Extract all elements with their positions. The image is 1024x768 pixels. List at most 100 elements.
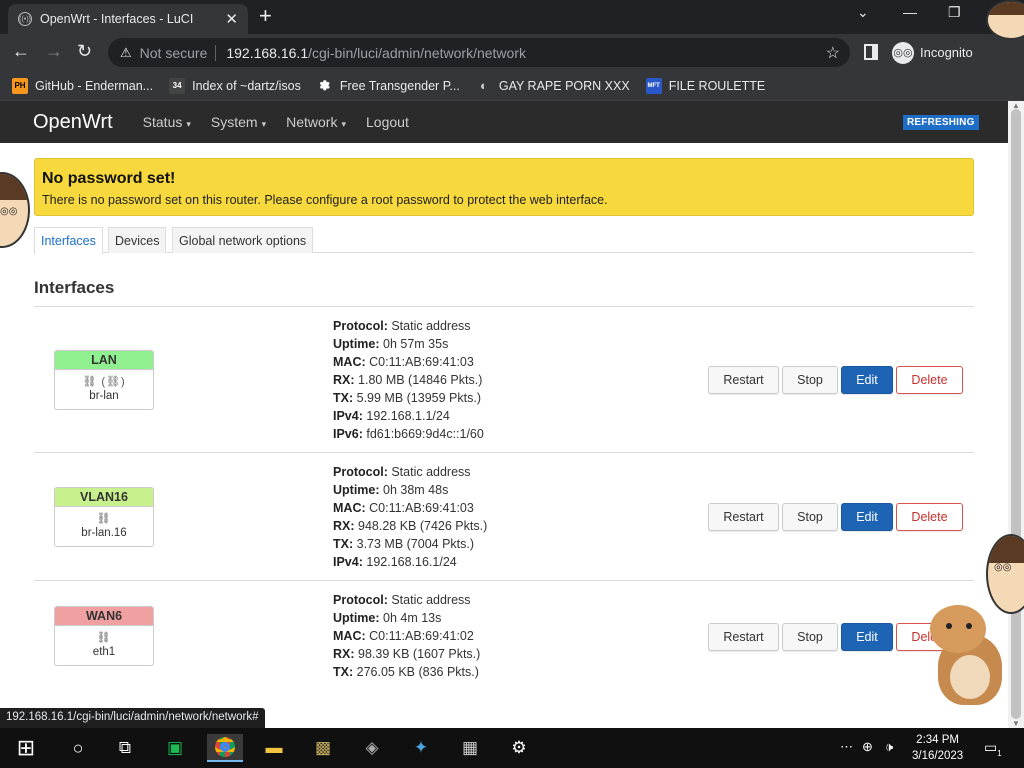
bookmark-star-icon[interactable]: ☆ bbox=[826, 43, 840, 63]
settings-gear-icon[interactable]: ⚙ bbox=[501, 734, 537, 762]
info-label: IPv4: bbox=[333, 409, 363, 423]
start-button-icon[interactable]: ⊞ bbox=[8, 734, 44, 762]
restart-button[interactable]: Restart bbox=[708, 503, 779, 531]
delete-button[interactable]: Delete bbox=[896, 366, 963, 394]
tab-close-icon[interactable]: ✕ bbox=[225, 10, 238, 28]
info-line: IPv6: fd61:b669:9d4c::1/60 bbox=[333, 425, 484, 443]
info-value: 0h 38m 48s bbox=[383, 483, 449, 497]
address-bar[interactable]: ⚠ Not secure 192.168.16.1 /cgi-bin/luci/… bbox=[108, 38, 850, 67]
glasses-icon: ◎◎ bbox=[0, 206, 18, 217]
address-divider bbox=[215, 44, 217, 61]
edit-button[interactable]: Edit bbox=[841, 366, 893, 394]
bridge-port-icon: ⛓ (⛓) bbox=[82, 376, 126, 388]
delete-button[interactable]: Delete bbox=[896, 503, 963, 531]
luci-page: OpenWrt Status ▾ System ▾ Network ▾ Logout … bbox=[0, 101, 1008, 728]
stop-button[interactable]: Stop bbox=[782, 503, 838, 531]
file-explorer-icon[interactable]: ▬ bbox=[256, 734, 292, 762]
menu-status[interactable]: Status ▾ bbox=[143, 114, 191, 130]
reload-icon[interactable]: ↻ bbox=[77, 41, 92, 61]
info-line: Uptime: 0h 57m 35s bbox=[333, 335, 484, 353]
ethernet-port-icon: ⛓ bbox=[96, 632, 112, 644]
info-label: MAC: bbox=[333, 629, 366, 643]
action-center-icon[interactable]: ▭1 bbox=[984, 739, 1002, 758]
luci-header: OpenWrt Status ▾ System ▾ Network ▾ Logout … bbox=[0, 101, 1008, 143]
info-label: TX: bbox=[333, 537, 354, 551]
bookmark-favicon-icon: ◐ bbox=[479, 78, 488, 93]
info-label: MAC: bbox=[333, 501, 366, 515]
info-value: 5.99 MB (13959 Pkts.) bbox=[356, 391, 481, 405]
app-icon[interactable]: ▦ bbox=[452, 734, 488, 762]
caret-down-icon: ▾ bbox=[261, 119, 267, 129]
info-line: Uptime: 0h 4m 13s bbox=[333, 609, 480, 627]
stop-button[interactable]: Stop bbox=[782, 623, 838, 651]
hamster-head bbox=[930, 605, 986, 653]
tab-search-icon[interactable]: ⌄ bbox=[857, 4, 869, 21]
info-label: Uptime: bbox=[333, 611, 380, 625]
bookmark-item[interactable]: MFT FILE ROULETTE bbox=[645, 77, 765, 94]
tab-global-network-options[interactable]: Global network options bbox=[172, 227, 314, 253]
info-label: Protocol: bbox=[333, 593, 388, 607]
side-panel-icon[interactable] bbox=[864, 44, 878, 60]
menu-system[interactable]: System ▾ bbox=[211, 114, 266, 130]
openwrt-brand[interactable]: OpenWrt bbox=[33, 111, 113, 134]
tab-interfaces[interactable]: Interfaces bbox=[34, 227, 103, 254]
spotify-app-icon[interactable]: ▣ bbox=[157, 734, 193, 762]
info-label: TX: bbox=[333, 391, 354, 405]
warning-triangle-icon[interactable]: ⚠ bbox=[120, 45, 132, 61]
network-globe-icon[interactable]: ⊕ bbox=[862, 739, 873, 755]
app-icon[interactable]: ▩ bbox=[305, 734, 341, 762]
interface-badge: VLAN16 ⛓ br-lan.16 bbox=[54, 487, 154, 547]
chrome-app-icon[interactable] bbox=[207, 734, 243, 762]
cartoon-hair bbox=[0, 174, 28, 200]
tab-title: OpenWrt - Interfaces - LuCI bbox=[40, 12, 194, 26]
browser-tab[interactable]: ((•)) OpenWrt - Interfaces - LuCI ✕ bbox=[8, 4, 248, 34]
search-icon[interactable]: ○ bbox=[60, 734, 96, 762]
interface-info: Protocol: Static address Uptime: 0h 4m 1… bbox=[333, 591, 480, 681]
menu-label: Network bbox=[286, 114, 338, 130]
system-clock[interactable]: 2:34 PM 3/16/2023 bbox=[912, 732, 963, 764]
interface-device: eth1 bbox=[92, 646, 116, 658]
info-label: Uptime: bbox=[333, 483, 380, 497]
security-label[interactable]: Not secure bbox=[140, 45, 208, 61]
interface-badge: LAN ⛓ (⛓) br-lan bbox=[54, 350, 154, 410]
stop-button[interactable]: Stop bbox=[782, 366, 838, 394]
restore-icon[interactable]: ❐ bbox=[948, 4, 961, 21]
forward-arrow-icon[interactable]: → bbox=[45, 41, 63, 61]
bookmark-favicon-icon: PH bbox=[12, 77, 28, 94]
clock-date: 3/16/2023 bbox=[912, 750, 964, 762]
new-tab-button[interactable]: + bbox=[259, 5, 272, 27]
edit-button[interactable]: Edit bbox=[841, 623, 893, 651]
no-password-alert: No password set! There is no password se… bbox=[34, 158, 974, 216]
hamster-belly bbox=[950, 655, 990, 699]
menu-logout[interactable]: Logout bbox=[366, 114, 409, 130]
minimize-icon[interactable]: — bbox=[903, 4, 917, 20]
back-arrow-icon[interactable]: ← bbox=[12, 41, 30, 61]
interface-row-wan6: WAN6 ⛓ eth1 Protocol: Static address Upt… bbox=[34, 581, 974, 691]
page-scrollbar[interactable]: ▲ ▼ bbox=[1008, 101, 1024, 728]
app-icon[interactable]: ◈ bbox=[354, 734, 390, 762]
incognito-icon: ◎◎ bbox=[892, 41, 914, 64]
bookmark-item[interactable]: PH GitHub - Enderman... bbox=[12, 77, 153, 94]
info-label: RX: bbox=[333, 647, 355, 661]
menu-network[interactable]: Network ▾ bbox=[286, 114, 346, 130]
restart-button[interactable]: Restart bbox=[708, 366, 779, 394]
info-line: RX: 1.80 MB (14846 Pkts.) bbox=[333, 371, 484, 389]
edit-button[interactable]: Edit bbox=[841, 503, 893, 531]
bookmark-item[interactable]: ◐ GAY RAPE PORN XXX bbox=[476, 78, 630, 94]
incognito-indicator[interactable]: ◎◎ Incognito bbox=[892, 39, 973, 66]
task-view-icon[interactable]: ⧉ bbox=[107, 734, 143, 762]
info-label: IPv6: bbox=[333, 427, 363, 441]
hamster-eye bbox=[966, 623, 972, 629]
info-value: 948.28 KB (7426 Pkts.) bbox=[358, 519, 488, 533]
info-value: 276.05 KB (836 Pkts.) bbox=[356, 665, 479, 679]
refreshing-badge[interactable]: REFRESHING bbox=[903, 115, 979, 130]
tab-devices[interactable]: Devices bbox=[108, 227, 167, 253]
scroll-down-icon[interactable]: ▼ bbox=[1012, 719, 1020, 728]
scrollbar-thumb[interactable] bbox=[1011, 109, 1021, 719]
volume-icon[interactable]: 🕩 bbox=[885, 739, 893, 755]
bookmark-item[interactable]: ✽ Free Transgender P... bbox=[317, 78, 459, 94]
restart-button[interactable]: Restart bbox=[708, 623, 779, 651]
bookmark-item[interactable]: 34 Index of ~dartz/isos bbox=[169, 77, 301, 94]
tray-overflow-icon[interactable]: ⋯ bbox=[840, 739, 853, 755]
app-icon[interactable]: ✦ bbox=[403, 734, 439, 762]
